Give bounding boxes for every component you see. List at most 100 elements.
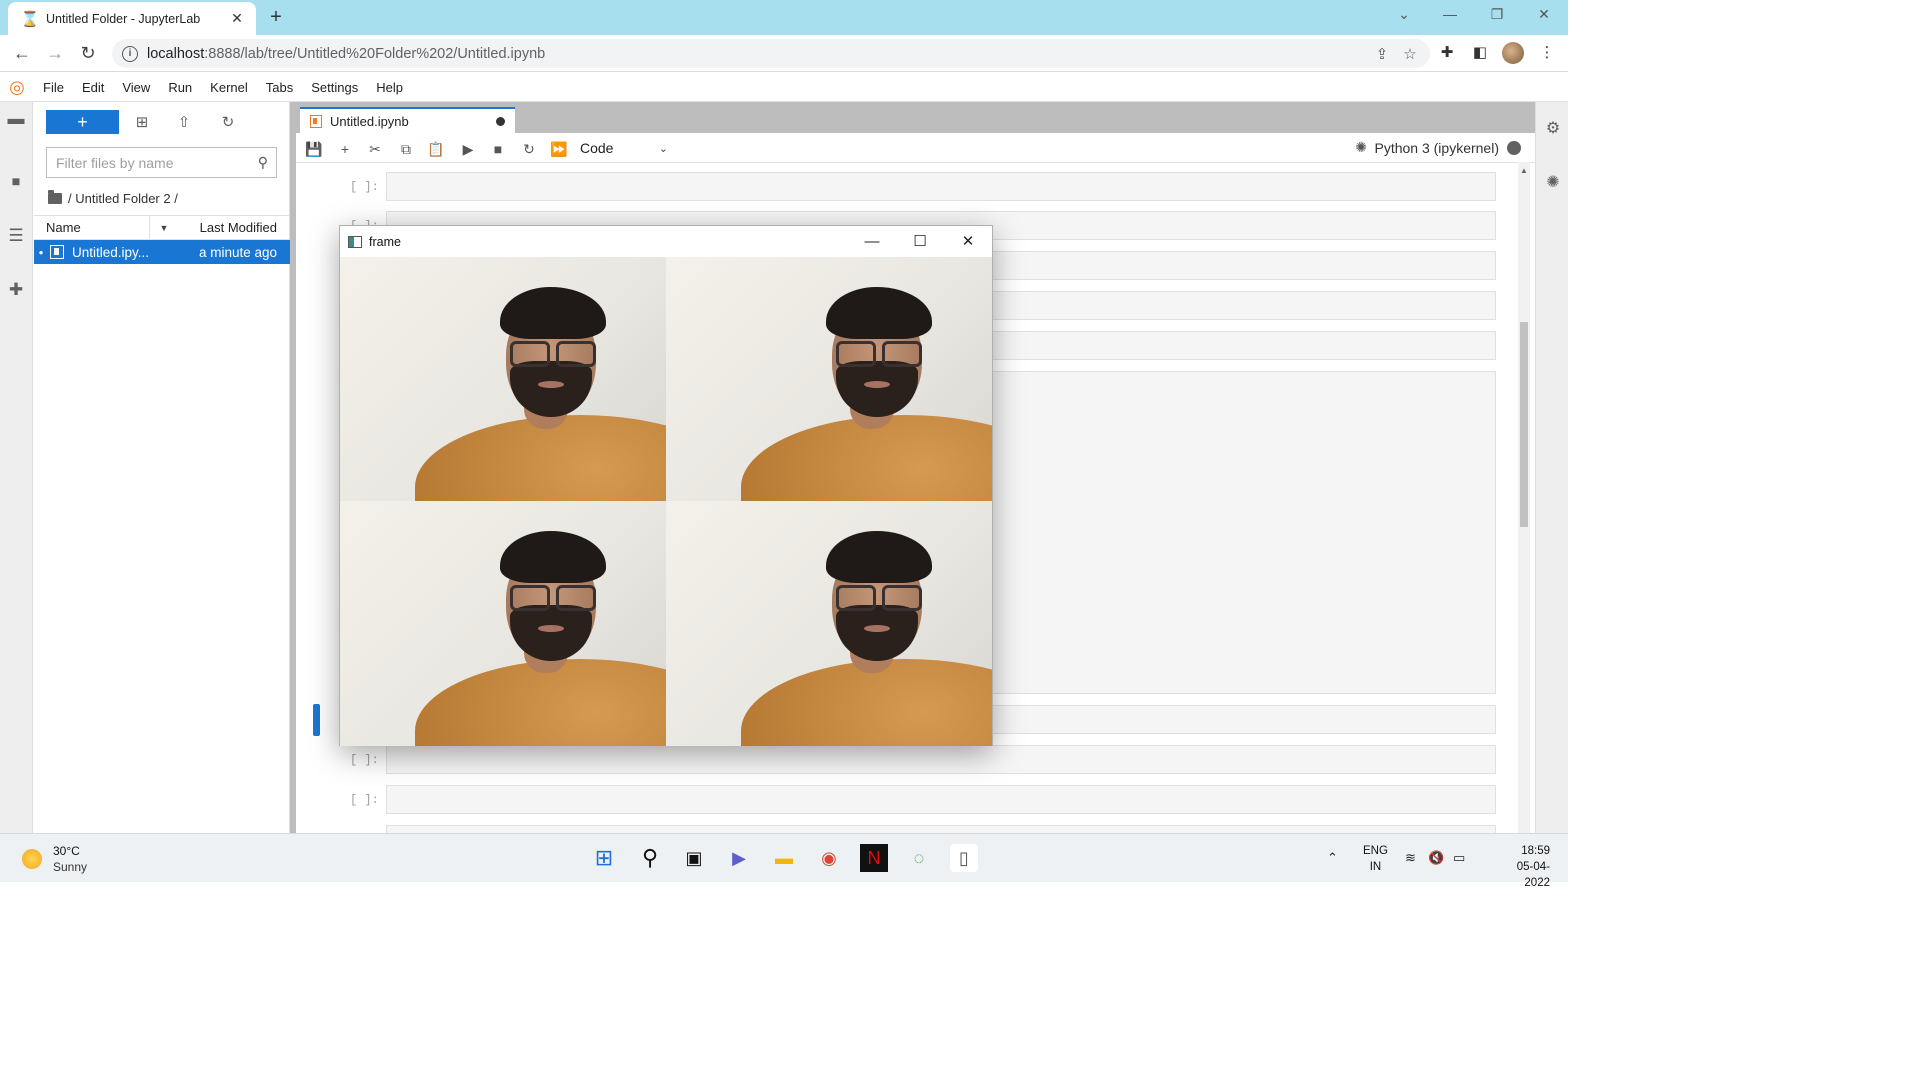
filter-files-input[interactable]	[56, 154, 258, 171]
restart-run-all-icon[interactable]: ⏩	[548, 139, 570, 159]
maximize-icon[interactable]: ☐	[896, 226, 944, 257]
teams-chat-icon[interactable]: ▶	[725, 844, 753, 872]
netflix-icon[interactable]: N	[860, 844, 888, 872]
battery-icon[interactable]: ▭	[1453, 850, 1465, 866]
windows-start-icon[interactable]: ⊞	[590, 844, 618, 872]
copy-icon[interactable]: ⧉	[395, 139, 417, 159]
menu-edit[interactable]: Edit	[73, 80, 113, 95]
video-frame-grid	[340, 257, 992, 746]
cell-editor[interactable]	[386, 172, 1496, 201]
task-view-icon[interactable]: ▣	[680, 844, 708, 872]
file-explorer-icon[interactable]: ▬	[770, 844, 798, 872]
scrollbar-thumb[interactable]	[1520, 322, 1528, 527]
speaker-muted-icon[interactable]: 🔇	[1428, 850, 1444, 866]
close-window-button[interactable]: ✕	[1530, 6, 1558, 26]
bookmark-star-icon[interactable]: ☆	[1396, 45, 1424, 63]
weather-widget[interactable]: 30°C Sunny	[22, 843, 87, 875]
close-tab-icon[interactable]: ✕	[228, 10, 246, 27]
menu-tabs[interactable]: Tabs	[257, 80, 302, 95]
interrupt-kernel-icon[interactable]: ■	[487, 139, 509, 159]
notebook-toolbar: 💾 + ✂ ⧉ 📋 ▶ ■ ↻ ⏩ Code ⌄ ✺ Python 3 (ipy…	[296, 133, 1535, 163]
cell-type-dropdown[interactable]: Code ⌄	[580, 137, 668, 159]
menu-kernel[interactable]: Kernel	[201, 80, 257, 95]
chrome-icon[interactable]: ◉	[815, 844, 843, 872]
unsaved-indicator-icon[interactable]	[496, 116, 505, 126]
url-text[interactable]: localhost:8888/lab/tree/Untitled%20Folde…	[147, 46, 1368, 62]
table-of-contents-icon[interactable]: ☰	[5, 225, 27, 247]
active-cell-indicator[interactable]	[313, 704, 320, 736]
scroll-up-arrow-icon[interactable]: ▲	[1520, 166, 1528, 175]
extension-manager-icon[interactable]: ✚	[5, 279, 27, 301]
tab-search-icon[interactable]: ⌄	[1390, 6, 1418, 26]
extensions-puzzle-icon[interactable]: ✚	[1436, 43, 1458, 65]
input-language[interactable]: ENG IN	[1363, 843, 1388, 875]
close-icon[interactable]: ✕	[944, 226, 992, 257]
cut-icon[interactable]: ✂	[364, 139, 386, 159]
jupyter-logo-icon: ◎	[9, 76, 25, 97]
breadcrumb-path[interactable]: / Untitled Folder 2 /	[68, 191, 178, 206]
cell-editor[interactable]	[386, 745, 1496, 774]
profile-avatar[interactable]	[1502, 42, 1524, 64]
reload-icon[interactable]: ↻	[76, 42, 100, 66]
address-bar[interactable]: i localhost:8888/lab/tree/Untitled%20Fol…	[112, 39, 1430, 68]
paste-icon[interactable]: 📋	[425, 139, 447, 159]
notebook-scrollbar[interactable]: ▲	[1518, 162, 1530, 833]
restore-button[interactable]: ❐	[1483, 6, 1511, 26]
minimize-button[interactable]: —	[1436, 6, 1464, 26]
cell-editor[interactable]	[386, 785, 1496, 814]
new-launcher-button[interactable]: +	[46, 110, 119, 134]
menu-run[interactable]: Run	[159, 80, 201, 95]
new-folder-icon[interactable]: ⊞	[131, 112, 153, 134]
blank-app-icon[interactable]: ▯	[950, 844, 978, 872]
sort-caret-icon[interactable]: ▼	[150, 223, 178, 233]
cell-editor[interactable]	[386, 825, 1496, 833]
folder-icon[interactable]	[48, 189, 62, 204]
run-cell-icon[interactable]: ▶	[457, 139, 479, 159]
kernel-name[interactable]: Python 3 (ipykernel)	[1374, 140, 1499, 156]
site-info-icon[interactable]: i	[122, 45, 138, 62]
opencv-frame-window[interactable]: frame — ☐ ✕	[339, 225, 993, 746]
share-icon[interactable]: ⇪	[1368, 45, 1396, 63]
browser-menu-icon[interactable]: ⋮	[1536, 43, 1558, 65]
back-icon[interactable]: ←	[10, 42, 34, 66]
browser-tab[interactable]: ⌛ Untitled Folder - JupyterLab ✕	[8, 2, 256, 35]
system-clock[interactable]: 18:59 05-04-2022	[1506, 843, 1550, 891]
file-browser-folder-icon[interactable]: ▬	[5, 108, 27, 130]
menu-file[interactable]: File	[34, 80, 73, 95]
url-host: localhost	[147, 45, 205, 62]
file-list-item[interactable]: ● Untitled.ipy... a minute ago	[34, 240, 290, 264]
refresh-app-icon[interactable]: ◌	[905, 844, 933, 872]
wifi-icon[interactable]: ≋	[1405, 850, 1416, 866]
webcam-frame-top-right	[666, 257, 992, 501]
column-name-header[interactable]: Name	[34, 216, 150, 239]
notebook-tab-icon	[310, 114, 322, 128]
search-icon[interactable]: ⚲	[636, 844, 664, 872]
cell-prompt: [ ]:	[350, 753, 379, 767]
debugger-bug-icon[interactable]: ✺	[1542, 172, 1564, 194]
left-activity-bar: ▬ ⏹ ☰ ✚	[0, 102, 33, 833]
refresh-icon[interactable]: ↻	[217, 112, 239, 134]
region-code: IN	[1369, 861, 1382, 873]
debugger-icon[interactable]: ✺	[1355, 139, 1367, 156]
menu-view[interactable]: View	[113, 80, 159, 95]
upload-icon[interactable]: ⇧	[173, 112, 195, 134]
jupyter-favicon-icon: ⌛	[20, 10, 40, 28]
forward-icon[interactable]: →	[43, 42, 67, 66]
running-indicator-icon: ●	[38, 247, 44, 257]
file-name: Untitled.ipy...	[72, 244, 150, 260]
menu-settings[interactable]: Settings	[302, 80, 367, 95]
restart-kernel-icon[interactable]: ↻	[518, 139, 540, 159]
property-inspector-gears-icon[interactable]: ⚙	[1542, 118, 1564, 140]
save-icon[interactable]: 💾	[303, 139, 325, 159]
notebook-tab[interactable]: Untitled.ipynb	[300, 107, 515, 133]
side-panel-icon[interactable]: ◧	[1469, 43, 1491, 65]
running-kernels-icon[interactable]: ⏹	[5, 171, 27, 193]
menu-help[interactable]: Help	[367, 80, 412, 95]
new-tab-button[interactable]: +	[264, 6, 288, 28]
column-modified-header[interactable]: Last Modified	[178, 220, 290, 235]
opencv-window-titlebar[interactable]: frame — ☐ ✕	[340, 226, 992, 257]
tray-overflow-chevron-icon[interactable]: ⌃	[1327, 850, 1338, 866]
insert-cell-icon[interactable]: +	[334, 139, 356, 159]
search-icon: ⚲	[257, 154, 268, 170]
minimize-icon[interactable]: —	[848, 226, 896, 257]
